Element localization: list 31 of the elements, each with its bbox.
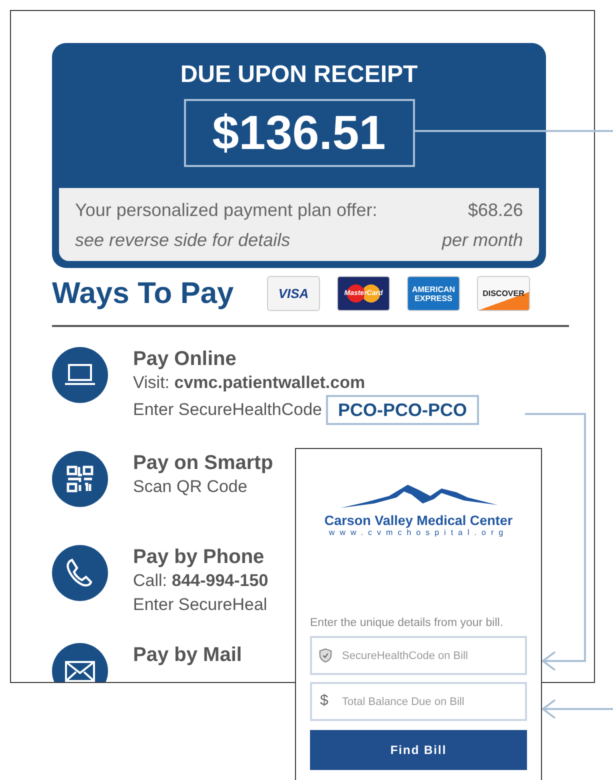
due-title: DUE UPON RECEIPT xyxy=(180,61,418,89)
phone-icon xyxy=(52,545,108,601)
method-title: Pay by Phone xyxy=(133,545,266,569)
method-instruction: Enter SecureHeal xyxy=(133,594,268,616)
method-title: Pay on Smartp xyxy=(133,451,274,475)
method-title: Pay by Mail xyxy=(133,643,242,667)
amount-due: $136.51 xyxy=(184,99,414,167)
connector-arrow xyxy=(541,699,613,719)
find-bill-button[interactable]: Find Bill xyxy=(310,730,527,770)
method-title: Pay Online xyxy=(133,347,238,371)
laptop-icon xyxy=(52,347,108,403)
method-instruction: Visit: cvmc.patientwallet.com xyxy=(133,372,366,394)
card-logo: VISA xyxy=(267,276,320,311)
card-logo: AMERICAN EXPRESS xyxy=(407,276,460,311)
hospital-name: Carson Valley Medical Center xyxy=(324,513,513,528)
card-logo: DISCOVER xyxy=(477,276,530,311)
offer-period: per month xyxy=(442,229,523,252)
input-field[interactable]: SecureHealthCode on Bill xyxy=(310,636,527,675)
dollar-sign: $ xyxy=(320,692,328,710)
method-instruction: Enter SecureHealthCode xyxy=(133,399,322,421)
ways-to-pay-heading: Ways To Pay xyxy=(52,276,235,310)
offer-label: Your personalized payment plan offer: xyxy=(75,199,378,222)
instruction-text: Enter the unique details from your bill. xyxy=(310,617,504,629)
qr-code-icon xyxy=(52,451,108,507)
method-instruction: Call: 844-994-150 xyxy=(133,570,268,592)
secure-code-badge: PCO-PCO-PCO xyxy=(326,395,480,425)
offer-amount: $68.26 xyxy=(468,199,523,222)
hospital-website: www.cvmchospital.org xyxy=(328,528,508,537)
shield-icon xyxy=(319,648,332,663)
offer-note: see reverse side for details xyxy=(75,229,290,252)
method-instruction: Scan QR Code xyxy=(133,476,248,498)
